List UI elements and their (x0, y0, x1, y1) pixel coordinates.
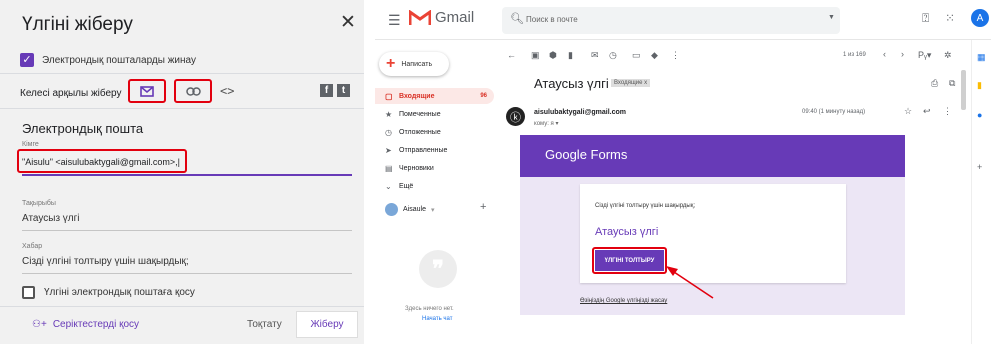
keep-icon[interactable]: ▮ (977, 80, 982, 91)
tasks-icon[interactable]: ● (977, 110, 982, 120)
collect-emails-checkbox[interactable]: ✓ (20, 53, 34, 67)
facebook-icon[interactable]: f (320, 84, 333, 97)
envelope-icon (140, 85, 154, 97)
gmail-window: ☰ Gmail 🔍︎ Поиск в почте ▼ ⍰ ⁙ A + Напис… (375, 0, 991, 344)
annotation-arrow-icon (666, 266, 714, 299)
scrollbar[interactable] (961, 70, 966, 110)
subject-underline (22, 230, 352, 231)
add-collaborators-label: Серіктестерді қосу (52, 319, 140, 330)
add-addon-icon[interactable]: + (977, 162, 982, 172)
include-form-label: Үлгіні электрондық поштаға қосу (44, 287, 195, 298)
include-form-checkbox[interactable] (22, 286, 35, 299)
collect-emails-label: Электрондық пошталарды жинау (42, 54, 196, 66)
email-tab-button[interactable] (128, 79, 166, 103)
message-field[interactable]: Сізді үлгіні толтыру үшін шақырдық; (22, 256, 189, 267)
to-field-label: Кімге (22, 141, 39, 148)
send-button[interactable]: Жіберу (296, 311, 358, 338)
subject-field[interactable]: Атаусыз үлгі (22, 213, 80, 224)
to-field-underline (22, 174, 352, 176)
message-field-label: Хабар (22, 243, 43, 250)
send-form-dialog: Үлгіні жіберу ✕ ✓ Электрондық пошталарды… (0, 0, 364, 344)
add-collaborators-button[interactable]: ⚇+ Серіктестерді қосу (32, 319, 139, 330)
link-tab-button[interactable] (174, 79, 212, 103)
link-icon (185, 86, 201, 96)
twitter-icon[interactable]: t (337, 84, 350, 97)
calendar-icon[interactable]: ▦ (977, 52, 986, 63)
to-field[interactable]: "Aisulu" <aisulubaktygali@gmail.com>,| (22, 157, 180, 167)
embed-code-icon[interactable]: <> (220, 84, 234, 98)
message-underline (22, 273, 352, 274)
divider (0, 306, 364, 307)
cancel-button[interactable]: Тоқтату (247, 319, 282, 330)
collect-emails-row[interactable]: ✓ Электрондық пошталарды жинау (20, 53, 196, 67)
side-panel: ▦ ▮ ● + (971, 40, 991, 344)
dialog-title: Үлгіні жіберу (22, 14, 133, 35)
subject-field-label: Тақырыбы (22, 200, 56, 207)
add-person-icon: ⚇+ (32, 319, 47, 330)
include-form-row[interactable]: Үлгіні электрондық поштаға қосу (22, 286, 195, 299)
send-via-label: Келесі арқылы жіберу (20, 88, 122, 99)
email-section-title: Электрондық пошта (22, 121, 144, 136)
divider (0, 108, 364, 109)
divider (0, 73, 364, 74)
close-icon[interactable]: ✕ (340, 13, 356, 32)
